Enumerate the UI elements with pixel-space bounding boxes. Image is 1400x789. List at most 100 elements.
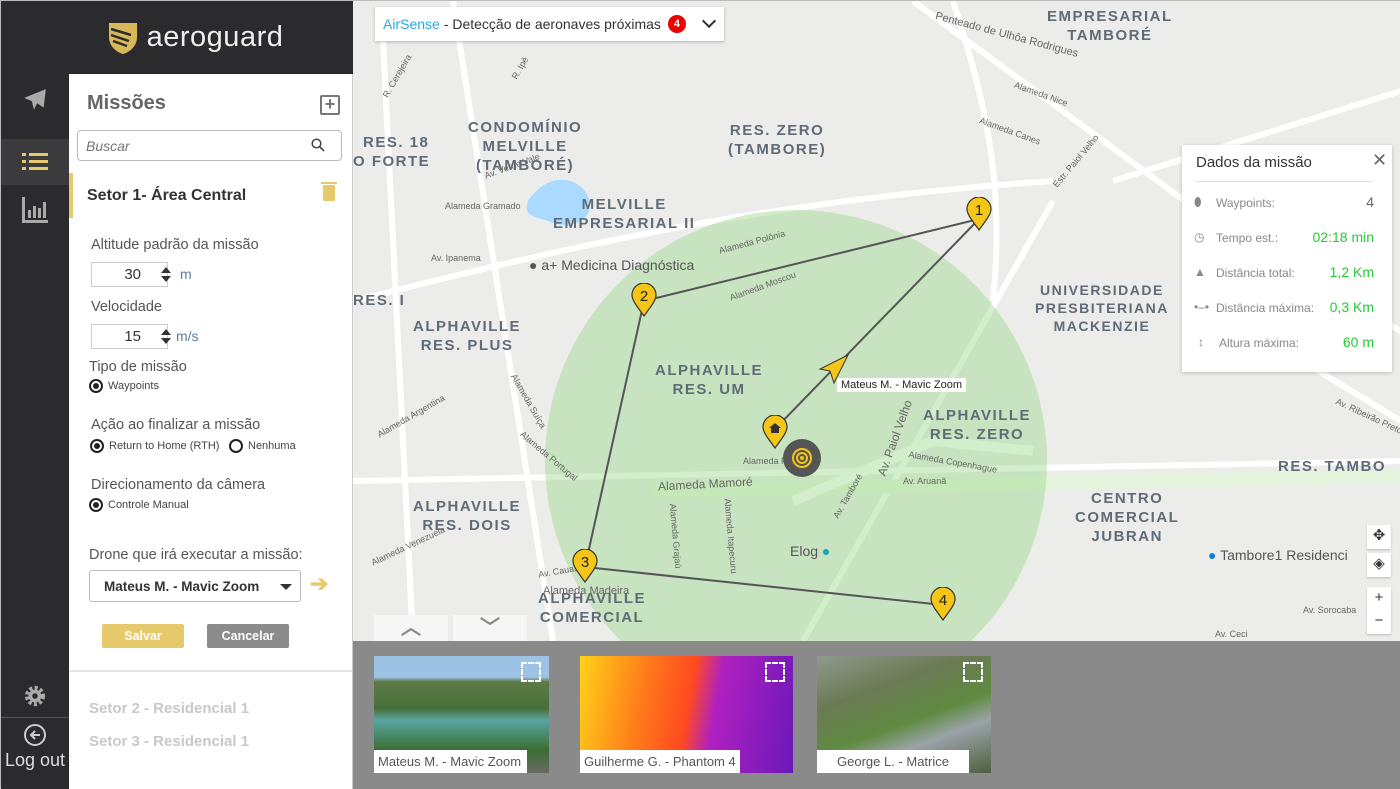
map-poi[interactable]: ● a+ Medicina Diagnóstica xyxy=(529,257,694,273)
sector-name: Setor 1- Área Central xyxy=(87,187,247,204)
street-label: Av. Ceci xyxy=(1215,629,1248,639)
drone-select[interactable]: Mateus M. - Mavic Zoom xyxy=(89,570,301,602)
street-label: Av. Aruanã xyxy=(903,476,947,486)
waypoint-number: 4 xyxy=(939,592,947,609)
arrow-right-icon[interactable]: ➔ xyxy=(310,571,328,597)
paper-plane-icon xyxy=(24,89,46,110)
map-area-label: MELVILLE EMPRESARIAL II xyxy=(553,196,696,232)
altitude-value: 30 xyxy=(124,266,141,283)
speed-stepper[interactable]: 15 xyxy=(91,324,171,349)
radio-waypoints[interactable]: Waypoints xyxy=(89,379,159,393)
search-input[interactable] xyxy=(77,130,342,161)
cancel-button[interactable]: Cancelar xyxy=(207,624,289,648)
add-mission-button[interactable]: + xyxy=(320,95,340,115)
vertical-height-icon: ↕ xyxy=(1198,335,1204,349)
airsense-dropdown[interactable]: AirSense - Detecção de aeronaves próxima… xyxy=(375,7,724,41)
chevron-down-icon xyxy=(701,13,716,29)
map-area-label: EMPRESARIAL TAMBORÉ xyxy=(1047,8,1173,44)
radio-label: Return to Home (RTH) xyxy=(109,440,220,452)
logout-button[interactable]: Log out xyxy=(1,723,69,771)
zoom-out-button[interactable]: − xyxy=(1367,610,1391,634)
drone-label: Mateus M. - Mavic Zoom xyxy=(837,378,967,392)
nav-flights[interactable] xyxy=(1,77,69,123)
caret-down-icon xyxy=(280,584,292,596)
aircraft-count-badge: 4 xyxy=(667,15,686,33)
sector-item[interactable]: Setor 2 - Residencial 1 xyxy=(89,700,249,717)
stat-label: Altura máxima: xyxy=(1219,336,1300,350)
waypoint-marker[interactable]: 3 xyxy=(571,548,599,584)
nav-rail: Log out xyxy=(1,1,69,789)
video-feed[interactable]: Mateus M. - Mavic Zoom xyxy=(374,656,549,773)
radio-rth[interactable]: Return to Home (RTH) xyxy=(90,439,219,453)
radio-icon xyxy=(89,379,103,393)
feed-caption: Mateus M. - Mavic Zoom xyxy=(374,750,527,773)
finish-action-label: Ação ao finalizar a missão xyxy=(91,417,261,433)
stat-label: Waypoints: xyxy=(1216,196,1275,210)
recenter-icon[interactable]: ✥ xyxy=(1367,525,1391,549)
close-icon[interactable]: ✕ xyxy=(1372,150,1387,171)
fullscreen-icon[interactable] xyxy=(963,662,983,682)
feeds-up-button[interactable]: ︿ xyxy=(374,615,448,641)
drone-label: Drone que irá executar a missão: xyxy=(89,547,303,563)
home-point[interactable] xyxy=(761,414,789,450)
layers-icon[interactable]: ◈ xyxy=(1367,553,1391,577)
fullscreen-icon[interactable] xyxy=(521,662,541,682)
pilot-location[interactable] xyxy=(783,439,821,477)
radio-label: Controle Manual xyxy=(108,499,189,511)
nav-missions[interactable] xyxy=(1,139,69,185)
altitude-unit: m xyxy=(180,266,192,282)
waypoint-marker[interactable]: 1 xyxy=(965,196,993,232)
waypoint-number: 1 xyxy=(975,202,983,219)
stat-value: 0,3 Km xyxy=(1329,299,1374,315)
plus-icon: + xyxy=(324,94,336,114)
radio-none[interactable]: Nenhuma xyxy=(229,439,296,453)
stat-value: 4 xyxy=(1366,194,1374,210)
video-feed[interactable]: Guilherme G. - Phantom 4 xyxy=(580,656,793,773)
video-feed[interactable]: George L. - Matrice xyxy=(817,656,991,773)
nav-reports[interactable] xyxy=(1,187,69,233)
chevron-down-icon: ﹀ xyxy=(480,617,500,639)
airsense-text: - Detecção de aeronaves próximas xyxy=(443,16,661,32)
bar-chart-icon xyxy=(22,197,48,223)
map[interactable]: RES. 18 O FORTE CONDOMÍNIO MELVILLE (TAM… xyxy=(353,1,1400,641)
map-poi[interactable]: Elog ● xyxy=(790,543,830,559)
aeroguard-logo-icon xyxy=(108,22,137,54)
sector-item[interactable]: Setor 3 - Residencial 1 xyxy=(89,733,249,750)
card-title: Dados da missão xyxy=(1196,154,1312,171)
map-area-label: UNIVERSIDADE PRESBITERIANA MACKENZIE xyxy=(1035,282,1169,334)
poi-label: Tambore1 Residenci xyxy=(1220,547,1348,563)
waypoint-marker[interactable]: 2 xyxy=(630,282,658,318)
stat-label: Distância total: xyxy=(1216,266,1295,280)
radio-label: Nenhuma xyxy=(248,440,296,452)
divider xyxy=(69,670,352,672)
stat-value: 60 m xyxy=(1342,334,1374,350)
waypoint-number: 3 xyxy=(581,554,589,571)
fullscreen-icon[interactable] xyxy=(765,662,785,682)
map-poi[interactable]: ● Tambore1 Residenci xyxy=(1208,547,1348,563)
settings-button[interactable] xyxy=(1,673,69,719)
logout-arrow-icon xyxy=(24,724,46,746)
map-area-label: RES. ZERO (TAMBORE) xyxy=(728,122,827,158)
trash-icon[interactable] xyxy=(321,182,337,201)
stat-value: 1,2 Km xyxy=(1329,264,1374,280)
map-area-label: ALPHAVILLE RES. ZERO xyxy=(923,407,1032,443)
search-icon[interactable] xyxy=(311,138,325,152)
zoom-in-button[interactable]: + xyxy=(1367,587,1391,611)
radio-icon xyxy=(90,439,104,453)
feeds-down-button[interactable]: ﹀ xyxy=(453,615,527,641)
waypoint-marker[interactable]: 4 xyxy=(929,586,957,622)
waypoint-number: 2 xyxy=(640,288,648,305)
road-icon: ▲ xyxy=(1194,265,1206,279)
sector-item-active[interactable]: Setor 1- Área Central xyxy=(69,173,352,218)
street-label: Alameda Madeira xyxy=(543,585,630,597)
save-button[interactable]: Salvar xyxy=(102,624,184,648)
altitude-stepper[interactable]: 30 xyxy=(91,262,171,287)
timer-icon: ◷ xyxy=(1194,230,1205,244)
feed-caption: George L. - Matrice xyxy=(817,750,969,773)
map-area-label: RES. TAMBO xyxy=(1278,458,1387,475)
radio-manual-control[interactable]: Controle Manual xyxy=(89,498,189,512)
street-label: Av. Sorocaba xyxy=(1303,605,1357,615)
list-icon xyxy=(22,153,48,170)
page-title: Missões xyxy=(87,92,166,114)
map-area-label: RES. I xyxy=(353,292,406,309)
